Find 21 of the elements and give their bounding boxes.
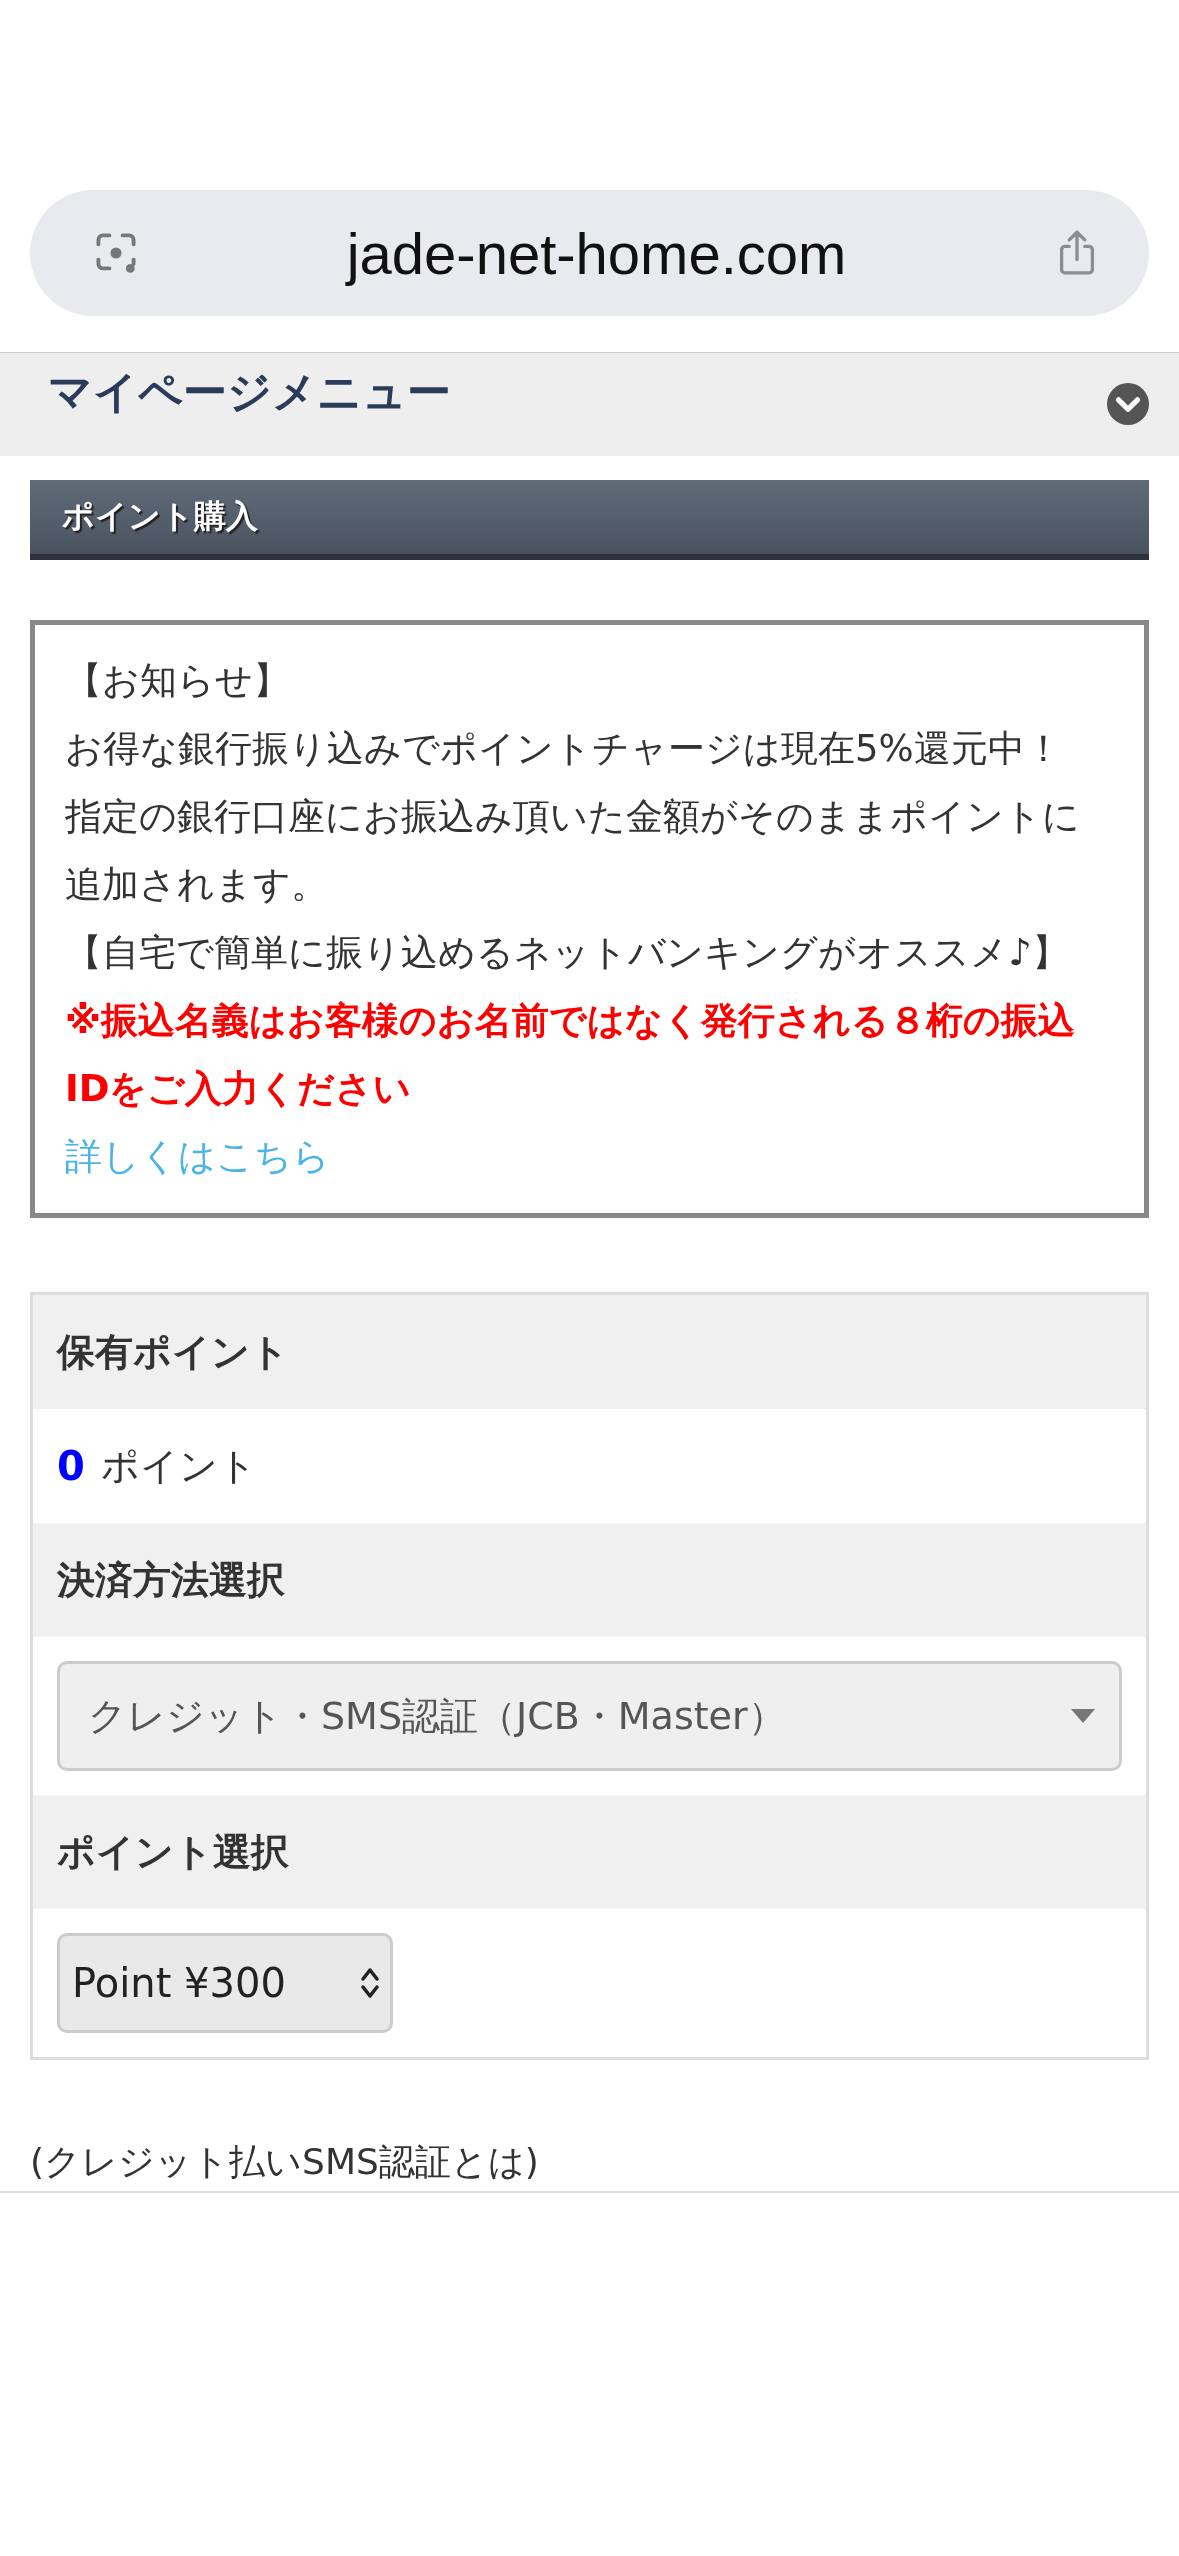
up-down-icon [360, 1966, 380, 2000]
point-select[interactable]: Point ¥300 [57, 1933, 393, 2033]
camera-scan-icon[interactable] [94, 231, 138, 275]
field-label: ポイント選択 [33, 1795, 1146, 1909]
chevron-icon [1107, 383, 1149, 425]
field-label: 保有ポイント [33, 1295, 1146, 1409]
notice-text: 【自宅で簡単に振り込めるネットバンキングがオススメ♪】 [65, 930, 1070, 976]
notice-text: 【お知らせ】 [65, 658, 291, 704]
url-text: jade-net-home.com [346, 219, 847, 287]
warning-text: ※振込名義はお客様のお名前ではなく発行される８桁の振込IDをご入力ください [65, 998, 1076, 1112]
payment-dropdown[interactable]: クレジット・SMS認証（JCB・Master） [57, 1661, 1122, 1771]
point-value: 0 [57, 1443, 85, 1489]
point-unit: ポイント [100, 1442, 257, 1490]
mypage-menu-bar[interactable]: マイページメニュー [0, 352, 1179, 456]
notice-text: お得な銀行振り込みでポイントチャージは現在5%還元中！ [65, 726, 1063, 772]
address-bar[interactable]: jade-net-home.com [30, 190, 1149, 316]
field-label: 決済方法選択 [33, 1523, 1146, 1637]
dropdown-arrow-icon [1071, 1709, 1095, 1723]
sms-info-text: (クレジット払いSMS認証とは) [30, 2140, 540, 2184]
notice-text: 指定の銀行口座にお振込み頂いた金額がそのままポイントに追加されます。 [65, 794, 1081, 908]
section-heading: ポイント購入 [30, 480, 1149, 560]
